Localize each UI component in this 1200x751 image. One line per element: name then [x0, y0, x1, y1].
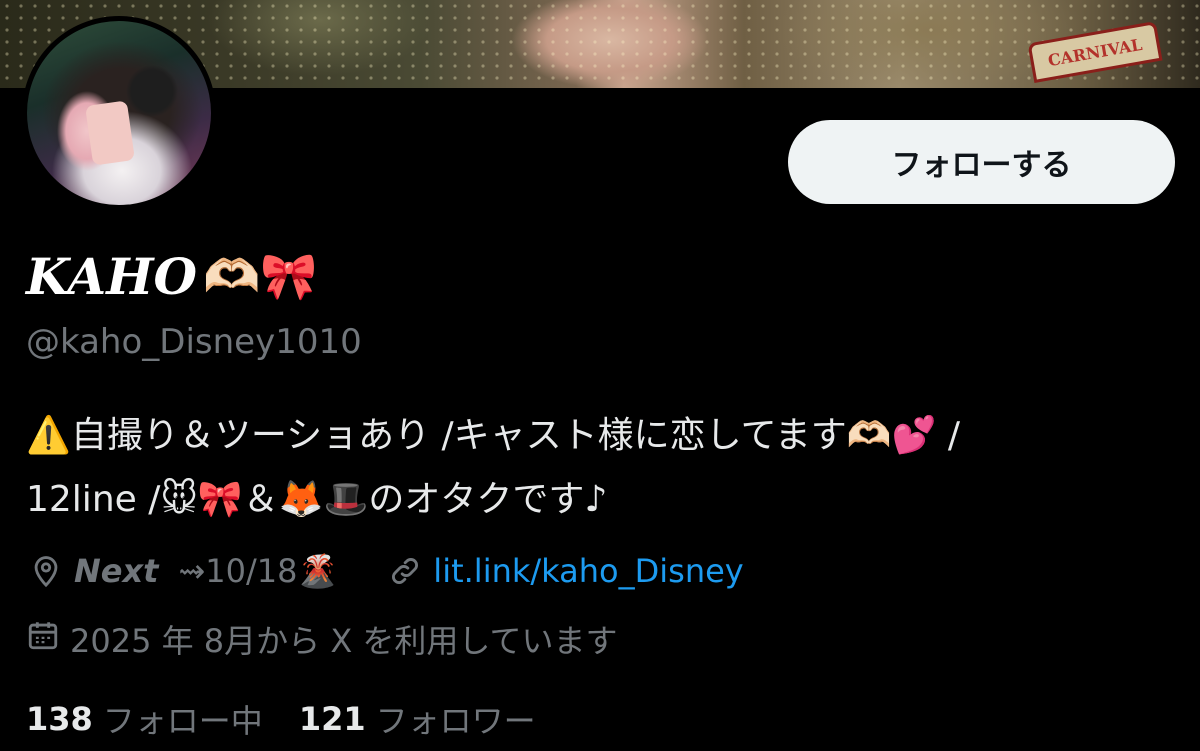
bio-line: 12line /🐭🎀＆🦊🎩のオタクです♪ [26, 479, 608, 520]
display-name: KAHO 🫶🏻🎀 [26, 244, 318, 308]
follow-button[interactable]: フォローする [788, 120, 1175, 204]
display-name-emoji: 🫶🏻🎀 [203, 248, 318, 303]
bio-line: ⚠️自撮り＆ツーショあり /キャスト様に恋してます🫶🏻💕 / [26, 415, 961, 456]
followers-stat[interactable]: 121 フォロワー [299, 696, 536, 742]
follow-stats: 138 フォロー中 121 フォロワー [26, 696, 536, 742]
website-link[interactable]: lit.link/kaho_Disney [433, 552, 743, 590]
location-pin-icon [26, 551, 66, 591]
bio: ⚠️自撮り＆ツーショあり /キャスト様に恋してます🫶🏻💕 / 12line /🐭… [26, 404, 1176, 532]
followers-label: フォロワー [375, 702, 536, 740]
joined-text: 2025 年 8月から X を利用しています [70, 622, 618, 660]
followers-count: 121 [298, 700, 366, 738]
location-date: ⇝10/18🌋 [178, 552, 338, 590]
location-text: Next [74, 552, 159, 590]
display-name-text: KAHO [26, 246, 198, 306]
avatar[interactable] [22, 16, 216, 210]
following-label: フォロー中 [102, 702, 263, 740]
following-stat[interactable]: 138 フォロー中 [26, 696, 263, 742]
following-count: 138 [26, 700, 93, 738]
avatar-phone [85, 100, 135, 166]
profile-meta: Next ⇝10/18🌋 lit.link/kaho_Disney [26, 548, 744, 594]
calendar-icon [26, 618, 60, 660]
link-icon [385, 551, 425, 591]
user-handle: @kaho_Disney1010 [26, 322, 362, 362]
avatar-photo [27, 21, 211, 205]
joined-date: 2025 年 8月から X を利用しています [26, 616, 617, 662]
